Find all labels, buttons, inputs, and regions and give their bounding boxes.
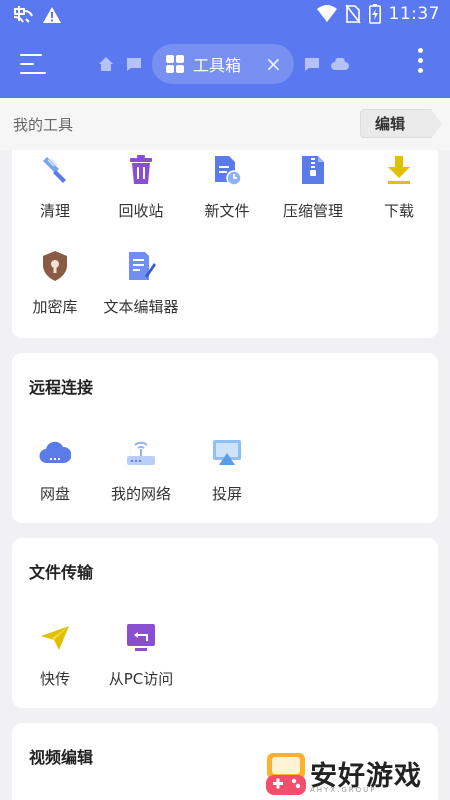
cloud-icon bbox=[39, 441, 71, 464]
grid-icon bbox=[166, 55, 184, 73]
my-tools-card: 清理 回收站 新文件 压缩管理 下载 加密库 文本编辑器 bbox=[12, 150, 438, 338]
close-tab-icon[interactable]: × bbox=[265, 52, 282, 76]
lock-shield-icon bbox=[43, 251, 67, 281]
my-tools-header: 我的工具 编辑 bbox=[0, 98, 450, 150]
tab-home[interactable] bbox=[92, 50, 120, 78]
tool-label: 下载 bbox=[383, 202, 414, 220]
paper-plane-icon bbox=[41, 626, 69, 650]
home-icon bbox=[99, 57, 113, 71]
tab-documents[interactable] bbox=[120, 50, 148, 78]
tool-clean[interactable]: 清理 bbox=[12, 154, 98, 234]
tool-new-file[interactable]: 新文件 bbox=[184, 154, 270, 234]
tab-toolbox-label: 工具箱 bbox=[193, 56, 242, 75]
tool-my-network[interactable]: 我的网络 bbox=[98, 437, 184, 517]
tool-label: 从PC访问 bbox=[108, 670, 174, 688]
brush-icon bbox=[43, 157, 66, 183]
pc-access-icon bbox=[127, 624, 155, 651]
router-icon bbox=[127, 441, 155, 465]
watermark: 安好游戏 AHYX.GROUP bbox=[262, 748, 450, 800]
video-edit-title: 视频编辑 bbox=[29, 748, 94, 767]
tool-pc-access[interactable]: 从PC访问 bbox=[98, 622, 184, 702]
tool-cloud-drive[interactable]: 网盘 bbox=[12, 437, 98, 517]
app-notification-icon bbox=[13, 6, 33, 23]
cast-screen-icon bbox=[213, 440, 241, 465]
clock: 11:37 bbox=[388, 4, 440, 24]
file-transfer-card: 文件传输 快传 从PC访问 bbox=[12, 538, 438, 708]
tool-label: 文本编辑器 bbox=[103, 298, 179, 316]
remote-connection-title: 远程连接 bbox=[29, 378, 94, 397]
edit-button-label: 编辑 bbox=[375, 115, 406, 133]
app-bar: 工具箱 × bbox=[0, 30, 450, 98]
cloud-tab-icon bbox=[331, 58, 349, 70]
tool-compress[interactable]: 压缩管理 bbox=[270, 154, 356, 234]
tool-download[interactable]: 下载 bbox=[356, 154, 442, 234]
message-icon bbox=[305, 58, 319, 71]
file-transfer-title: 文件传输 bbox=[29, 563, 94, 582]
no-sim-icon bbox=[344, 4, 361, 24]
trash-icon bbox=[130, 155, 152, 184]
wifi-icon bbox=[316, 5, 337, 22]
battery-icon bbox=[368, 4, 381, 24]
tool-vault[interactable]: 加密库 bbox=[12, 250, 98, 330]
tab-cloud[interactable] bbox=[326, 50, 354, 78]
warning-icon bbox=[43, 7, 61, 23]
tool-text-editor[interactable]: 文本编辑器 bbox=[98, 250, 184, 330]
tool-label: 投屏 bbox=[211, 485, 242, 503]
tool-screen-cast[interactable]: 投屏 bbox=[184, 437, 270, 517]
download-icon bbox=[388, 156, 410, 184]
more-options-button[interactable] bbox=[418, 48, 424, 78]
text-editor-icon bbox=[129, 252, 156, 280]
status-bar: 11:37 bbox=[0, 0, 450, 30]
watermark-subtext: AHYX.GROUP bbox=[310, 786, 377, 794]
my-tools-title: 我的工具 bbox=[13, 116, 74, 134]
tool-quick-transfer[interactable]: 快传 bbox=[12, 622, 98, 702]
remote-connection-card: 远程连接 网盘 我的网络 投屏 bbox=[12, 353, 438, 523]
tab-messages[interactable] bbox=[298, 50, 326, 78]
tab-toolbox[interactable]: 工具箱 × bbox=[152, 44, 294, 84]
new-file-icon bbox=[215, 156, 242, 186]
document-icon bbox=[127, 58, 141, 71]
tab-strip: 工具箱 × bbox=[92, 44, 354, 84]
game-logo-icon bbox=[266, 753, 306, 795]
menu-button[interactable] bbox=[20, 52, 48, 76]
edit-button[interactable]: 编辑 bbox=[360, 109, 442, 139]
zip-icon bbox=[302, 156, 324, 184]
tool-recycle-bin[interactable]: 回收站 bbox=[98, 154, 184, 234]
